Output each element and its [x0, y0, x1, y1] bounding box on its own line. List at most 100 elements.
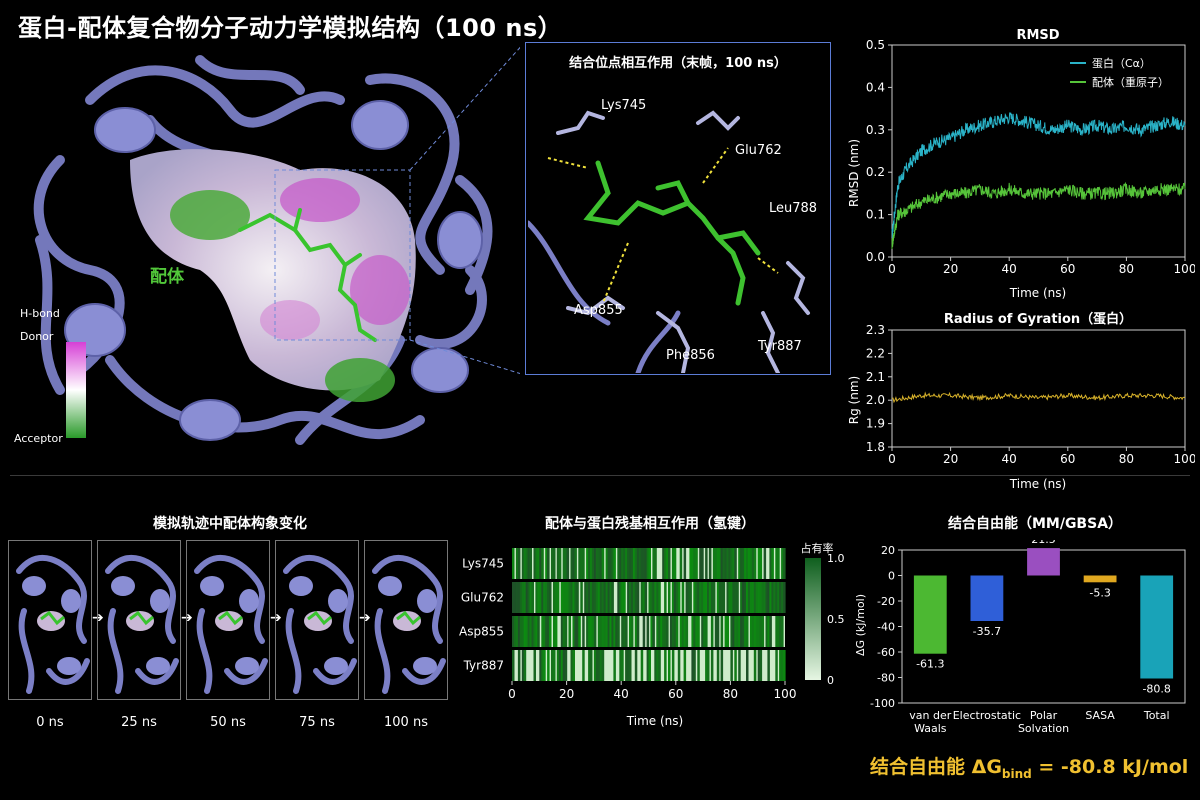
mmgbsa-chart: ΔG (kJ/mol) 20 0 -20 -40 -60 -80 -100 -61.3 van … — [854, 540, 1186, 735]
hbond-cell — [705, 616, 708, 647]
rmsd-ylabel: RMSD (nm) — [847, 139, 861, 207]
rg-series-0 — [891, 391, 1186, 404]
snapshot-time-label: 50 ns — [210, 715, 246, 730]
hbond-cell — [574, 548, 577, 579]
hbond-cell — [668, 548, 671, 579]
hbond-cell — [736, 582, 739, 613]
summary-value: = -80.8 kJ/mol — [1031, 756, 1189, 778]
rmsd-title: RMSD — [1016, 28, 1059, 43]
rg-xtick-label: 60 — [1060, 452, 1075, 466]
mmgbsa-ytick-label: -100 — [870, 697, 895, 710]
hbond-cell — [566, 548, 570, 579]
rg-title: Radius of Gyration（蛋白） — [944, 311, 1132, 327]
hbond-xtick-label: 40 — [614, 687, 629, 701]
hbond-heatmap: Time (ns) 占有率 Lys745Glu762Asp855Tyr8870 2… — [459, 541, 845, 728]
hbond-cell — [601, 650, 605, 681]
hbond-cell — [640, 650, 644, 681]
rg-xtick-label: 80 — [1119, 452, 1134, 466]
hbond-xtick-label: 0 — [508, 687, 516, 701]
hbond-cell — [601, 548, 605, 579]
rmsd-ytick-label: 0.0 — [866, 250, 885, 264]
hbond-cell — [533, 650, 536, 681]
hbond-cell — [746, 616, 749, 647]
hbond-colorbar-tick: 0.5 — [827, 613, 845, 626]
hbond-cell — [512, 548, 515, 579]
hbond-cell — [531, 582, 534, 613]
hbond-cell — [517, 548, 521, 579]
rg-ytick-label: 1.9 — [866, 417, 885, 431]
hbond-cell — [775, 650, 778, 681]
rmsd-xtick-label: 20 — [943, 262, 958, 276]
hbond-xlabel: Time (ns) — [626, 714, 683, 728]
snapshot-time-label: 0 ns — [36, 715, 64, 730]
hbond-cell — [654, 548, 657, 579]
hbond-cell — [582, 650, 585, 681]
snapshot-time-label: 25 ns — [121, 715, 157, 730]
hbond-colorbar — [805, 558, 821, 680]
rmsd-ytick-label: 0.5 — [866, 38, 885, 52]
binding-energy-summary: 结合自由能 ΔGbind = -80.8 kJ/mol — [870, 752, 1188, 781]
mmgbsa-bar — [1140, 575, 1174, 679]
rg-chart: Radius of Gyration（蛋白） Rg (nm) Time (ns)… — [847, 311, 1195, 491]
hbond-cell — [677, 582, 681, 613]
mmgbsa-ytick-label: 0 — [888, 570, 895, 583]
hbond-cell — [646, 616, 650, 647]
hbond-cell — [582, 616, 585, 647]
hbond-xtick-label: 80 — [723, 687, 738, 701]
mmgbsa-category-label: van der — [909, 709, 951, 722]
mmgbsa-ytick-label: 20 — [881, 544, 895, 557]
hbond-row-label: Glu762 — [461, 591, 504, 605]
mmgbsa-bar — [1083, 575, 1117, 583]
hbond-cell — [652, 616, 655, 647]
mmgbsa-value-label: -61.3 — [916, 658, 944, 671]
hbond-cell — [734, 548, 737, 579]
hbond-color-scale — [66, 342, 86, 438]
hbond-cell — [668, 650, 671, 681]
hbond-cell — [783, 650, 786, 681]
hbond-cell — [543, 650, 546, 681]
mmgbsa-ytick-label: -20 — [877, 595, 895, 608]
hbond-cell — [734, 650, 737, 681]
rg-ytick-label: 2.3 — [866, 323, 885, 337]
hbond-cell — [771, 548, 774, 579]
hbond-cell — [759, 548, 763, 579]
rmsd-series-1 — [891, 181, 1186, 250]
hbond-cell — [722, 582, 726, 613]
hbond-cell — [554, 616, 558, 647]
rmsd-ytick-label: 0.4 — [866, 80, 885, 94]
rmsd-chart: RMSD RMSD (nm) Time (ns) 蛋白（Cα） 配体（重原子） … — [847, 28, 1195, 300]
page-title: 蛋白-配体复合物分子动力学模拟结构（100 ns） — [18, 14, 563, 42]
rmsd-xlabel: Time (ns) — [1009, 286, 1066, 300]
hbond-cell — [648, 650, 651, 681]
hbond-cell — [683, 548, 687, 579]
snapshot-frame — [364, 540, 448, 700]
hbond-cell — [658, 582, 661, 613]
hbond-row-label: Lys745 — [462, 557, 504, 571]
hbond-cell — [685, 616, 689, 647]
mmgbsa-value-label: -35.7 — [973, 625, 1001, 638]
hbond-cell — [611, 582, 614, 613]
hbond-cell — [648, 548, 651, 579]
rg-ytick-label: 2.0 — [866, 393, 885, 407]
mmgbsa-category-label: Waals — [914, 722, 947, 735]
snapshot-frame — [8, 540, 92, 700]
hbond-cell — [593, 616, 597, 647]
hbond-colorbar-tick: 1.0 — [827, 552, 845, 565]
hbond-cell — [625, 616, 628, 647]
rg-plot-frame — [891, 329, 1186, 448]
hbond-row-label: Asp855 — [459, 625, 504, 639]
hbond-cell — [710, 650, 714, 681]
rmsd-xtick-label: 60 — [1060, 262, 1075, 276]
hbond-cell — [693, 650, 696, 681]
hbond-cell — [720, 650, 724, 681]
hbond-cell — [613, 650, 616, 681]
hbond-cell — [623, 582, 626, 613]
hbond-cell — [578, 616, 581, 647]
hbond-cell — [658, 650, 661, 681]
hbond-cell — [547, 548, 550, 579]
rg-xlabel: Time (ns) — [1009, 477, 1066, 491]
hbond-cell — [517, 650, 521, 681]
hbond-cell — [720, 616, 724, 647]
inset-title: 结合位点相互作用（末帧，100 ns） — [569, 56, 787, 71]
rg-xtick-label: 40 — [1002, 452, 1017, 466]
